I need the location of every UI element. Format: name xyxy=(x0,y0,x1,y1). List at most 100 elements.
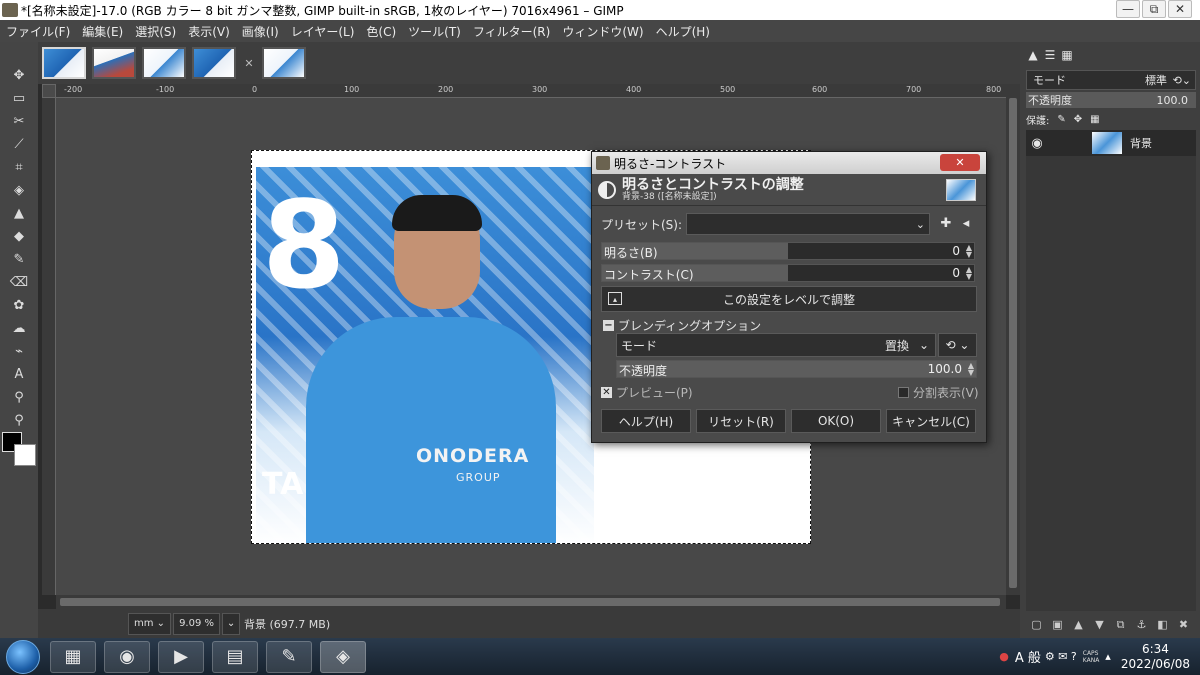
crop-scissors-tool-icon[interactable]: ✂ xyxy=(0,110,38,133)
spin-arrows-icon[interactable]: ▲ ▼ xyxy=(968,362,974,377)
tray-alert-icon[interactable]: ● xyxy=(999,650,1009,663)
lock-position-icon[interactable]: ✥ xyxy=(1074,114,1082,125)
image-tab[interactable] xyxy=(42,47,86,79)
lower-layer-icon[interactable]: ▼ xyxy=(1089,618,1110,634)
layers-tab-icon[interactable]: ▲ xyxy=(1026,48,1040,62)
color-picker-tool-icon[interactable]: ⚲ xyxy=(0,386,38,409)
blend-mode-reset-button[interactable]: ⟲ ⌄ xyxy=(938,333,977,357)
menu-colors[interactable]: 色(C) xyxy=(360,23,402,40)
channels-tab-icon[interactable]: ☰ xyxy=(1043,48,1057,62)
fg-bg-color-swatch[interactable] xyxy=(2,432,38,468)
menu-view[interactable]: 表示(V) xyxy=(182,23,236,40)
maximize-button[interactable]: ⧉ xyxy=(1142,0,1166,18)
eraser-tool-icon[interactable]: ⌫ xyxy=(0,271,38,294)
checkbox-checked-icon[interactable]: ✕ xyxy=(601,387,612,398)
horizontal-scrollbar[interactable] xyxy=(56,595,1006,609)
warp-tool-icon[interactable]: ▲ xyxy=(0,202,38,225)
gimp-taskbar-icon[interactable]: ◈ xyxy=(320,640,366,673)
unit-select[interactable]: mm ⌄ xyxy=(128,612,172,635)
preset-menu-icon[interactable]: ◂ xyxy=(958,215,974,231)
anchor-layer-icon[interactable]: ⚓ xyxy=(1131,618,1152,634)
text-tool-icon[interactable]: A xyxy=(0,363,38,386)
layer-mode-select[interactable]: モード 標準 ⟲⌄ xyxy=(1026,70,1196,90)
menu-filters[interactable]: フィルター(R) xyxy=(467,23,556,40)
spin-arrows-icon[interactable]: ▲ ▼ xyxy=(966,244,972,259)
image-tab[interactable] xyxy=(92,47,136,79)
visibility-eye-icon[interactable]: ◉ xyxy=(1026,136,1048,151)
file-explorer-icon[interactable]: ▤ xyxy=(212,640,258,673)
contrast-slider[interactable]: コントラスト(C) 0 ▲ ▼ xyxy=(601,264,975,282)
chevron-down-icon[interactable]: ⌄ xyxy=(222,612,241,635)
crop-tool-icon[interactable]: ⌗ xyxy=(0,156,38,179)
ruler-corner[interactable] xyxy=(42,84,56,98)
contrast-value[interactable]: 0 xyxy=(952,266,960,280)
blend-opacity-slider[interactable]: 不透明度 100.0 ▲ ▼ xyxy=(616,360,977,378)
background-color[interactable] xyxy=(14,444,36,466)
reset-icon[interactable]: ⟲⌄ xyxy=(1173,74,1191,87)
cancel-button[interactable]: キャンセル(C) xyxy=(886,409,976,433)
taskbar-clock[interactable]: 6:34 2022/06/08 xyxy=(1121,642,1190,672)
preview-checkbox[interactable]: ✕ プレビュー(P) xyxy=(601,384,693,401)
blend-mode-select[interactable]: モード 置換 ⌄ xyxy=(616,333,936,357)
media-player-icon[interactable]: ▶ xyxy=(158,640,204,673)
layer-opacity-slider[interactable]: 不透明度 100.0 xyxy=(1026,92,1196,108)
minimize-button[interactable]: — xyxy=(1116,0,1140,18)
close-button[interactable]: ✕ xyxy=(1168,0,1192,18)
lock-alpha-icon[interactable]: ▦ xyxy=(1090,114,1099,125)
clone-tool-icon[interactable]: ✿ xyxy=(0,294,38,317)
brightness-value[interactable]: 0 xyxy=(952,244,960,258)
add-preset-icon[interactable]: ✚ xyxy=(938,215,954,231)
preset-select[interactable]: ⌄ xyxy=(686,213,930,235)
paintbrush-tool-icon[interactable]: ✎ xyxy=(0,248,38,271)
image-tab[interactable] xyxy=(192,47,236,79)
layer-row[interactable]: ◉ 背景 xyxy=(1026,130,1196,156)
scroll-thumb[interactable] xyxy=(1009,98,1017,588)
tab-close-icon[interactable]: ✕ xyxy=(242,56,256,70)
edit-as-levels-button[interactable]: ▴ この設定をレベルで調整 xyxy=(601,286,977,312)
rect-select-tool-icon[interactable]: ▭ xyxy=(0,87,38,110)
new-layer-icon[interactable]: ▢ xyxy=(1026,618,1047,634)
menu-tools[interactable]: ツール(T) xyxy=(402,23,467,40)
blend-opacity-value[interactable]: 100.0 xyxy=(928,362,962,376)
mask-layer-icon[interactable]: ◧ xyxy=(1152,618,1173,634)
chrome-icon[interactable]: ◉ xyxy=(104,640,150,673)
tray-expand-icon[interactable]: ▴ xyxy=(1105,650,1111,663)
blend-options-expander[interactable]: − ブレンディングオプション xyxy=(603,317,761,334)
menu-layer[interactable]: レイヤー(L) xyxy=(285,23,361,40)
vertical-scrollbar[interactable] xyxy=(1006,84,1020,595)
brightness-slider[interactable]: 明るさ(B) 0 ▲ ▼ xyxy=(601,242,975,260)
ime-indicator[interactable]: A 般 xyxy=(1015,647,1041,666)
zoom-tool-icon[interactable]: ⚲ xyxy=(0,409,38,432)
paint-icon[interactable]: ✎ xyxy=(266,640,312,673)
layer-list-empty-area[interactable] xyxy=(1026,156,1196,611)
lock-pixels-icon[interactable]: ✎ xyxy=(1057,114,1065,125)
zoom-select[interactable]: 9.09 % xyxy=(173,612,221,635)
start-button[interactable] xyxy=(6,639,40,674)
menu-help[interactable]: ヘルプ(H) xyxy=(650,23,716,40)
raise-layer-icon[interactable]: ▲ xyxy=(1068,618,1089,634)
transform-tool-icon[interactable]: ◈ xyxy=(0,179,38,202)
fuzzy-select-tool-icon[interactable]: ⟋ xyxy=(0,133,38,156)
taskbar-app-icon[interactable]: ▦ xyxy=(50,640,96,673)
duplicate-layer-icon[interactable]: ⧉ xyxy=(1110,618,1131,634)
menu-windows[interactable]: ウィンドウ(W) xyxy=(556,23,649,40)
menu-file[interactable]: ファイル(F) xyxy=(0,23,76,40)
new-group-icon[interactable]: ▣ xyxy=(1047,618,1068,634)
menu-image[interactable]: 画像(I) xyxy=(236,23,285,40)
dialog-titlebar[interactable]: 明るさ-コントラスト ✕ xyxy=(592,152,986,174)
help-button[interactable]: ヘルプ(H) xyxy=(601,409,691,433)
menu-edit[interactable]: 編集(E) xyxy=(76,23,129,40)
split-view-checkbox[interactable]: 分割表示(V) xyxy=(898,384,979,401)
bucket-fill-tool-icon[interactable]: ◆ xyxy=(0,225,38,248)
scroll-thumb[interactable] xyxy=(60,598,1000,606)
move-tool-icon[interactable]: ✥ xyxy=(0,64,38,87)
smudge-tool-icon[interactable]: ☁ xyxy=(0,317,38,340)
ok-button[interactable]: OK(O) xyxy=(791,409,881,433)
reset-button[interactable]: リセット(R) xyxy=(696,409,786,433)
paths-tab-icon[interactable]: ▦ xyxy=(1060,48,1074,62)
paths-tool-icon[interactable]: ⌁ xyxy=(0,340,38,363)
dialog-close-button[interactable]: ✕ xyxy=(940,154,980,171)
delete-layer-icon[interactable]: ✖ xyxy=(1173,618,1194,634)
checkbox-unchecked-icon[interactable] xyxy=(898,387,909,398)
tray-icons[interactable]: ⚙ ✉ ? xyxy=(1045,650,1077,663)
